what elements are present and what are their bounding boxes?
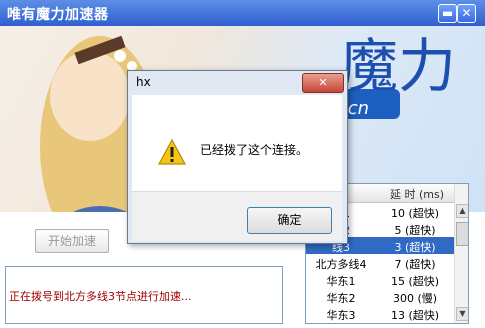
status-box: 正在拨号到北方多线3节点进行加速... — [5, 266, 283, 324]
node-latency: 300 (慢) — [392, 292, 438, 305]
node-latency: 13 (超快) — [390, 309, 440, 322]
dialog-close-button[interactable]: ✕ — [302, 73, 344, 93]
node-name: 华东3 — [326, 309, 356, 322]
dialog-message: 已经拨了这个连接。 — [200, 143, 309, 157]
start-acceleration-button[interactable]: 开始加速 — [35, 229, 109, 253]
node-latency: 10 (超快) — [390, 207, 440, 220]
scroll-up-icon[interactable]: ▲ — [456, 204, 468, 218]
table-row[interactable]: 华东1 15 (超快) — [306, 271, 454, 288]
node-name: 华东2 — [326, 292, 356, 305]
node-name: 华东1 — [326, 275, 356, 288]
brand-logo: 魔力 .cn — [335, 34, 456, 119]
scroll-thumb[interactable] — [456, 222, 468, 246]
node-latency: 15 (超快) — [390, 275, 440, 288]
node-latency: 5 (超快) — [394, 224, 436, 237]
window-titlebar: 唯有魔力加速器 ▬ ✕ — [0, 0, 485, 26]
minimize-button[interactable]: ▬ — [438, 4, 457, 23]
warning-icon — [158, 139, 186, 165]
dialog-title: hx — [136, 75, 151, 89]
table-row[interactable]: 华东2 300 (慢) — [306, 288, 454, 305]
status-message: 正在拨号到北方多线3节点进行加速... — [9, 290, 192, 303]
node-name: 北方多线4 — [315, 258, 367, 271]
message-dialog: hx ✕ 已经拨了这个连接。 确定 — [127, 70, 348, 244]
table-row[interactable]: 北方多线4 7 (超快) — [306, 254, 454, 271]
table-scrollbar[interactable]: ▲ ▼ — [454, 184, 468, 323]
node-latency: 3 (超快) — [394, 241, 436, 254]
ok-button[interactable]: 确定 — [247, 207, 332, 234]
table-row[interactable]: 华东3 13 (超快) — [306, 305, 454, 322]
close-button[interactable]: ✕ — [457, 4, 476, 23]
app-title: 唯有魔力加速器 — [7, 7, 109, 23]
scroll-down-icon[interactable]: ▼ — [456, 307, 468, 321]
column-header-latency[interactable]: 延 时 (ms) — [390, 186, 444, 202]
svg-text:魔力: 魔力 — [340, 34, 456, 100]
node-latency: 7 (超快) — [394, 258, 436, 271]
